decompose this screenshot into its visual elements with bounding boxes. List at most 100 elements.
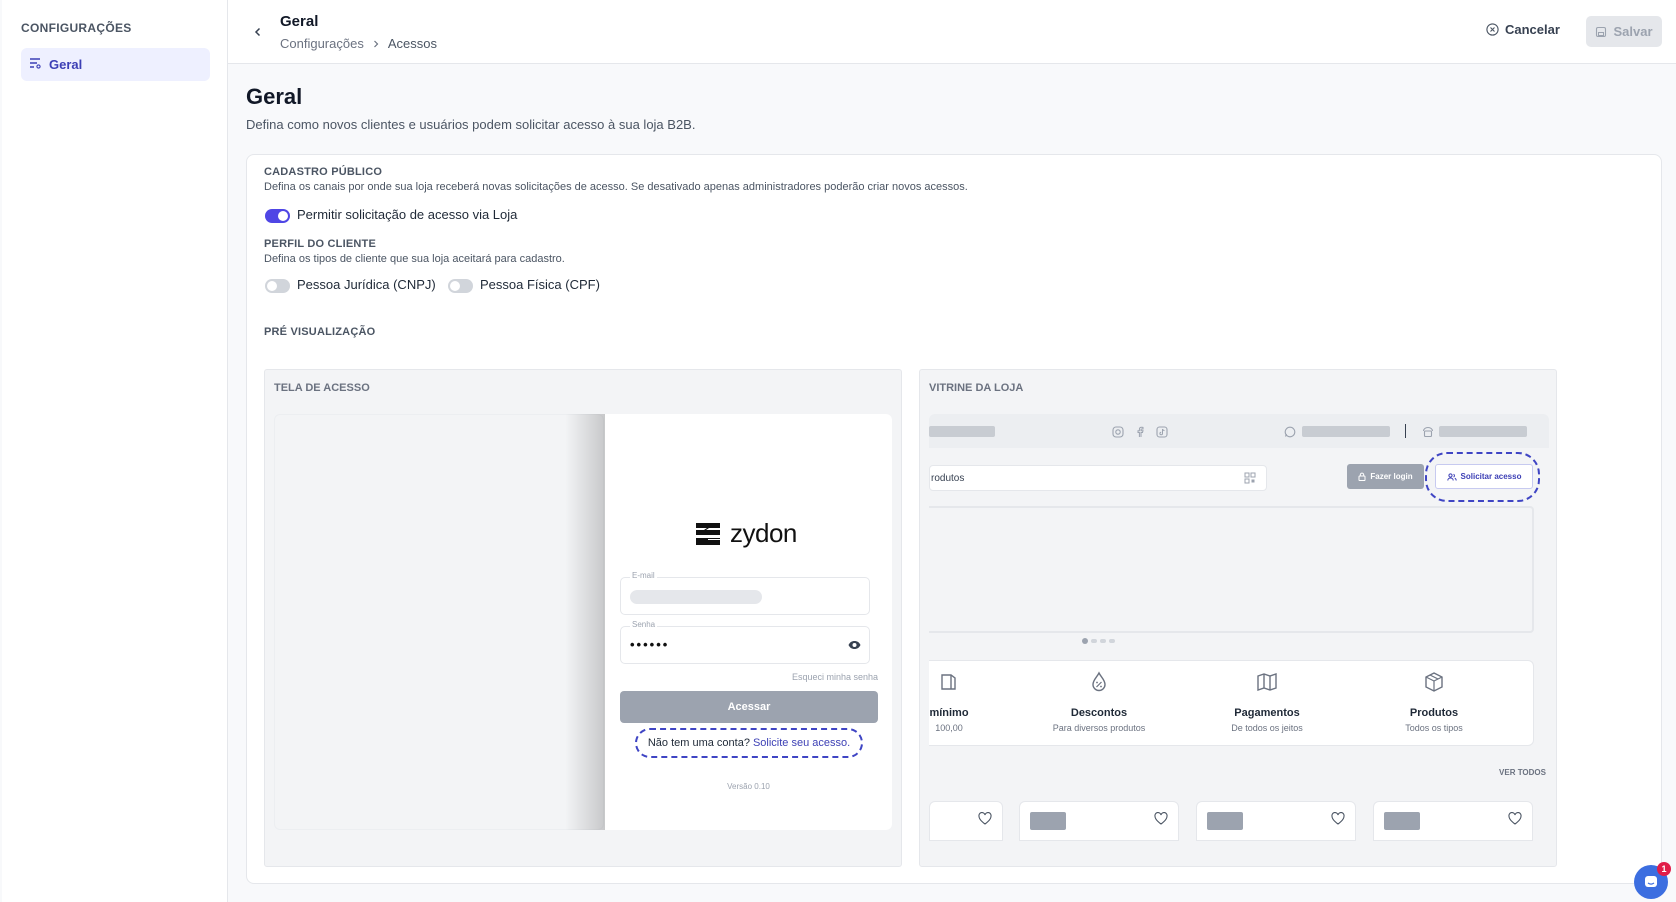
store-topbar: [929, 414, 1549, 448]
page-title: Geral: [246, 84, 303, 109]
chevron-left-icon: [254, 27, 261, 37]
preview-title: PRÉ VISUALIZAÇÃO: [264, 326, 376, 338]
login-background: [274, 414, 604, 830]
store-search-text: rodutos: [931, 472, 965, 484]
store-preview-title: VITRINE DA LOJA: [929, 382, 1024, 394]
product-card[interactable]: [929, 801, 1003, 841]
heart-icon: [1508, 812, 1522, 825]
top-bar: Geral Configurações Acessos Cancelar Sal…: [228, 0, 1676, 64]
map-icon: [1257, 673, 1277, 691]
password-label: Senha: [630, 620, 658, 629]
product-card[interactable]: [1196, 801, 1356, 841]
wallet-icon: [941, 674, 956, 690]
benefits-panel: mínimo 100,00 Descontos Para diversos pr…: [929, 660, 1534, 746]
save-label: Salvar: [1613, 24, 1653, 39]
facebook-icon: [1137, 426, 1144, 437]
login-shadow: [565, 414, 605, 830]
cancel-label: Cancelar: [1505, 22, 1560, 37]
page-description: Defina como novos clientes e usuários po…: [246, 117, 696, 132]
lock-icon: [1358, 472, 1366, 481]
benefit-item: Pagamentos De todos os jeitos: [1182, 671, 1352, 733]
login-panel: zydon E-mail Senha •••••• Esqueci minha …: [605, 414, 892, 830]
tiktok-icon: [1156, 426, 1168, 438]
header-title: Geral: [280, 13, 319, 30]
zydon-logo-icon: [696, 522, 720, 545]
password-field[interactable]: Senha ••••••: [620, 620, 870, 664]
breadcrumb-item-configuracoes[interactable]: Configurações: [280, 36, 364, 51]
store-search-input[interactable]: rodutos: [929, 465, 1267, 491]
store-banner: [929, 506, 1534, 633]
product-image: [1207, 812, 1243, 830]
benefit-item: Produtos Todos os tipos: [1349, 671, 1519, 733]
store-access-toggle-label: Permitir solicitação de acesso via Loja: [297, 207, 518, 222]
phone-icon: [1422, 426, 1434, 438]
cadastro-title: CADASTRO PÚBLICO: [264, 166, 383, 178]
back-button[interactable]: [250, 24, 266, 40]
save-button[interactable]: Salvar: [1586, 16, 1662, 47]
password-value: ••••••: [630, 637, 670, 652]
benefit-title: Pagamentos: [1234, 707, 1300, 719]
email-placeholder: [630, 590, 762, 604]
benefit-subtitle: De todos os jeitos: [1231, 723, 1303, 733]
benefit-item: Descontos Para diversos produtos: [1014, 671, 1184, 733]
benefit-subtitle: Para diversos produtos: [1052, 723, 1146, 733]
email-label: E-mail: [630, 571, 657, 580]
heart-icon: [978, 812, 992, 825]
filter-list-icon: [29, 57, 41, 72]
login-preview-title: TELA DE ACESSO: [274, 382, 370, 394]
sidebar: CONFIGURAÇÕES Geral: [2, 0, 228, 902]
eye-icon[interactable]: [848, 640, 861, 650]
product-card[interactable]: [1373, 801, 1533, 841]
store-preview: VITRINE DA LOJA rodutos Fazer login Soli…: [919, 369, 1557, 867]
request-access-highlight: Não tem uma conta? Solicite seu acesso.: [635, 728, 863, 758]
no-account-text: Não tem uma conta?: [647, 737, 750, 749]
box-icon: [1425, 672, 1443, 692]
whatsapp-icon: [1284, 426, 1296, 438]
chat-notification-badge: 1: [1657, 862, 1671, 876]
product-card[interactable]: [1019, 801, 1179, 841]
qr-code-icon: [1244, 472, 1256, 484]
instagram-icon: [1112, 426, 1124, 438]
heart-icon: [1154, 812, 1168, 825]
divider: [1405, 424, 1406, 438]
product-image: [1384, 812, 1420, 830]
cancel-button[interactable]: Cancelar: [1486, 22, 1560, 37]
sidebar-title: CONFIGURAÇÕES: [21, 21, 132, 35]
cnpj-toggle[interactable]: [265, 279, 290, 293]
fazer-login-button[interactable]: Fazer login: [1347, 464, 1424, 489]
request-access-link[interactable]: Solicite seu acesso.: [753, 737, 850, 749]
carousel-dots[interactable]: [1082, 638, 1115, 644]
forgot-password-link[interactable]: Esqueci minha senha: [792, 672, 878, 682]
heart-icon: [1331, 812, 1345, 825]
chat-icon: [1645, 876, 1657, 887]
acessar-button[interactable]: Acessar: [620, 691, 878, 723]
cpf-toggle-label: Pessoa Física (CPF): [480, 277, 600, 292]
login-preview: TELA DE ACESSO zydon E-mail Senha ••••••…: [264, 369, 902, 867]
close-circle-icon: [1486, 23, 1499, 36]
breadcrumb-item-acessos: Acessos: [387, 36, 437, 51]
sidebar-item-label: Geral: [49, 57, 83, 72]
benefit-title: Produtos: [1409, 707, 1459, 719]
perfil-description: Defina os tipos de cliente que sua loja …: [264, 253, 565, 265]
settings-card: CADASTRO PÚBLICO Defina os canais por on…: [246, 154, 1662, 884]
sidebar-item-geral[interactable]: Geral: [21, 48, 210, 81]
fazer-login-label: Fazer login: [1370, 472, 1413, 481]
benefit-subtitle: Todos os tipos: [1405, 723, 1463, 733]
discount-drop-icon: [1092, 671, 1106, 692]
cadastro-description: Defina os canais por onde sua loja receb…: [264, 181, 968, 193]
product-image: [1030, 812, 1066, 830]
cpf-toggle[interactable]: [448, 279, 473, 293]
logo-text: zydon: [730, 518, 797, 548]
chevron-right-icon: [373, 40, 379, 47]
zydon-logo: zydon: [694, 518, 797, 549]
placeholder-bar: [929, 426, 995, 437]
see-all-link[interactable]: VER TODOS: [1499, 768, 1546, 777]
benefit-title: Descontos: [1070, 707, 1128, 719]
perfil-title: PERFIL DO CLIENTE: [264, 238, 376, 250]
request-access-highlight-ring: [1425, 452, 1540, 502]
version-text: Versão 0.10: [727, 782, 770, 791]
email-field[interactable]: E-mail: [620, 571, 870, 615]
save-icon: [1596, 26, 1607, 37]
store-access-toggle[interactable]: [265, 209, 290, 223]
placeholder-bar: [1439, 426, 1527, 437]
